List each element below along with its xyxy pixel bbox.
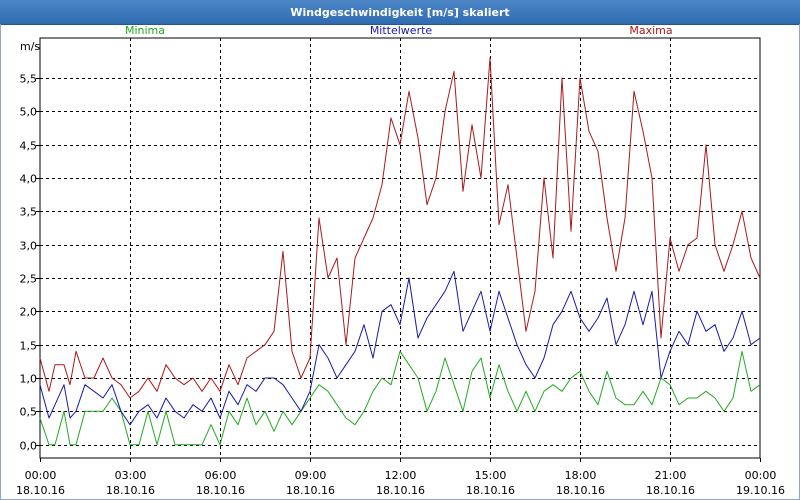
x-tick-time-label: 00:00 (25, 469, 57, 482)
y-tick-label: 0,0 (20, 440, 38, 453)
y-tick-label: 1,0 (20, 373, 38, 386)
x-tick-time-label: 09:00 (295, 469, 327, 482)
x-tick-date-label: 18.10.16 (106, 484, 155, 497)
x-tick-date-label: 19.10.16 (736, 484, 785, 497)
x-tick-time-label: 03:00 (115, 469, 147, 482)
x-tick-date-label: 18.10.16 (466, 484, 515, 497)
x-tick-time-label: 18:00 (565, 469, 597, 482)
x-tick-time-label: 21:00 (655, 469, 687, 482)
x-tick-date-label: 18.10.16 (646, 484, 695, 497)
y-tick-label: 3,5 (20, 206, 38, 219)
x-tick-date-label: 18.10.16 (196, 484, 245, 497)
x-tick-time-label: 15:00 (475, 469, 507, 482)
y-tick-label: 1,5 (20, 340, 38, 353)
y-tick-label: 4,5 (20, 140, 38, 153)
x-tick-date-label: 18.10.16 (286, 484, 335, 497)
y-axis-label: m/s (20, 40, 40, 53)
grid (40, 38, 760, 458)
legend-entry-maxima: Maxima (629, 24, 672, 37)
legend-entry-mittelwerte: Mittelwerte (370, 24, 433, 37)
y-tick-label: 2,0 (20, 306, 38, 319)
y-tick-label: 5,0 (20, 106, 38, 119)
series-line-mittelwerte (39, 270, 761, 426)
y-tick-label: 5,5 (20, 73, 38, 86)
wind-speed-chart: 0,0 0,5 1,0 1,5 2,0 2,5 3,0 3,5 4,0 4,5 5,0 5,5 m/s 0… (16, 24, 785, 497)
x-tick-time-label: 12:00 (385, 469, 417, 482)
legend-entry-minima: Minima (125, 24, 165, 37)
legend: Minima Mittelwerte Maxima (125, 24, 673, 37)
y-tick-label: 3,0 (20, 240, 38, 253)
x-tick-date-label: 18.10.16 (376, 484, 425, 497)
x-tick-time-label: 06:00 (205, 469, 237, 482)
y-tick-label: 2,5 (20, 273, 38, 286)
x-tick-date-label: 18.10.16 (16, 484, 65, 497)
y-tick-label: 0,5 (20, 406, 38, 419)
y-tick-label: 4,0 (20, 173, 38, 186)
x-tick-time-label: 00:00 (745, 469, 777, 482)
x-tick-date-label: 18.10.16 (556, 484, 605, 497)
